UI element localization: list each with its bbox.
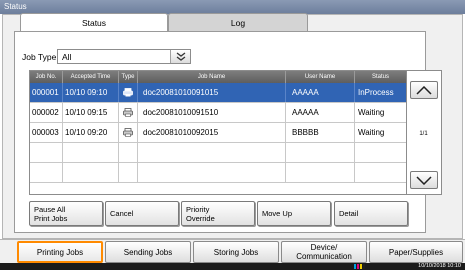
- job-name-cell: doc20081010092015: [138, 123, 286, 142]
- page-indicator: 1/1: [419, 131, 428, 137]
- print-job-icon: [119, 103, 138, 122]
- detail-label: Detail: [339, 209, 359, 218]
- pause-all-print-jobs-button[interactable]: Pause All Print Jobs: [29, 201, 103, 226]
- column-user-name: User Name: [286, 71, 355, 83]
- toner-magenta: [357, 264, 359, 269]
- toner-cyan: [354, 264, 356, 269]
- column-job-no: Job No.: [30, 71, 63, 83]
- move-up-button[interactable]: Move Up: [257, 201, 331, 226]
- user-name-cell: BBBBB: [286, 123, 355, 142]
- nav-sending-jobs[interactable]: Sending Jobs: [105, 241, 191, 263]
- job-no-cell: 000001: [30, 83, 63, 102]
- table-row-empty: [30, 163, 406, 183]
- table-row[interactable]: 000002 10/10 09:15 doc20081010091510 AAA…: [30, 103, 406, 123]
- column-accepted-time: Accepted Time: [63, 71, 119, 83]
- tab-status[interactable]: Status: [20, 13, 168, 31]
- status-bar: 10/10/2018 10:10: [0, 263, 465, 270]
- table-row[interactable]: 000003 10/10 09:20 doc20081010092015 BBB…: [30, 123, 406, 143]
- chevron-up-icon: [416, 85, 432, 95]
- nav-paper-supplies[interactable]: Paper/Supplies: [369, 241, 463, 263]
- cancel-button[interactable]: Cancel: [105, 201, 179, 226]
- user-name-cell: AAAAA: [286, 83, 355, 102]
- job-no-cell: 000003: [30, 123, 63, 142]
- column-job-name: Job Name: [138, 71, 286, 83]
- clock: 10/10/2018 10:10: [418, 263, 461, 269]
- toner-level-icon: [354, 264, 365, 269]
- column-status: Status: [371, 74, 389, 80]
- window-title: Status: [0, 0, 465, 14]
- scroll-down-button[interactable]: [410, 171, 438, 189]
- table-row-empty: [30, 143, 406, 163]
- status-cell: Waiting: [358, 128, 385, 137]
- scroll-panel: 1/1: [407, 70, 442, 195]
- tab-log[interactable]: Log: [168, 13, 308, 31]
- job-type-select[interactable]: All: [57, 49, 191, 64]
- pause-all-label-line2: Print Jobs: [34, 214, 68, 223]
- chevron-down-icon: [416, 175, 432, 185]
- cancel-label: Cancel: [110, 209, 134, 218]
- user-name-cell: AAAAA: [286, 103, 355, 122]
- nav-storing-jobs[interactable]: Storing Jobs: [193, 241, 279, 263]
- status-cell: Waiting: [358, 108, 385, 117]
- priority-label-line2: Override: [186, 214, 215, 223]
- accepted-time-cell: 10/10 09:10: [63, 83, 119, 102]
- status-cell: InProcess: [358, 88, 394, 97]
- device-label-line1: Device/: [310, 243, 338, 252]
- job-name-cell: doc20081010091015: [138, 83, 286, 102]
- detail-button[interactable]: Detail: [334, 201, 408, 226]
- job-no-cell: 000002: [30, 103, 63, 122]
- job-type-label: Job Type: [22, 52, 57, 62]
- print-job-icon: [119, 83, 138, 102]
- table-header: Job No. Accepted Time Type Job Name User…: [30, 71, 406, 83]
- nav-device-communication[interactable]: Device/ Communication: [281, 241, 367, 263]
- job-name-cell: doc20081010091510: [138, 103, 286, 122]
- accepted-time-cell: 10/10 09:15: [63, 103, 119, 122]
- print-job-icon: [119, 123, 138, 142]
- accepted-time-cell: 10/10 09:20: [63, 123, 119, 142]
- device-label-line2: Communication: [296, 252, 352, 261]
- job-type-value: All: [62, 52, 72, 62]
- nav-printing-jobs[interactable]: Printing Jobs: [17, 241, 103, 263]
- job-table: Job No. Accepted Time Type Job Name User…: [29, 70, 407, 195]
- column-type: Type: [119, 71, 138, 83]
- priority-label-line1: Priority: [186, 205, 210, 214]
- move-up-label: Move Up: [262, 209, 293, 218]
- pause-all-label-line1: Pause All: [34, 205, 66, 214]
- chevron-down-icon[interactable]: [170, 50, 190, 63]
- priority-override-button[interactable]: Priority Override: [181, 201, 255, 226]
- scroll-up-button[interactable]: [410, 81, 438, 99]
- table-row[interactable]: 000001 10/10 09:10 doc20081010091015 AAA…: [30, 83, 406, 103]
- toner-yellow: [360, 264, 362, 269]
- toner-black: [363, 264, 365, 269]
